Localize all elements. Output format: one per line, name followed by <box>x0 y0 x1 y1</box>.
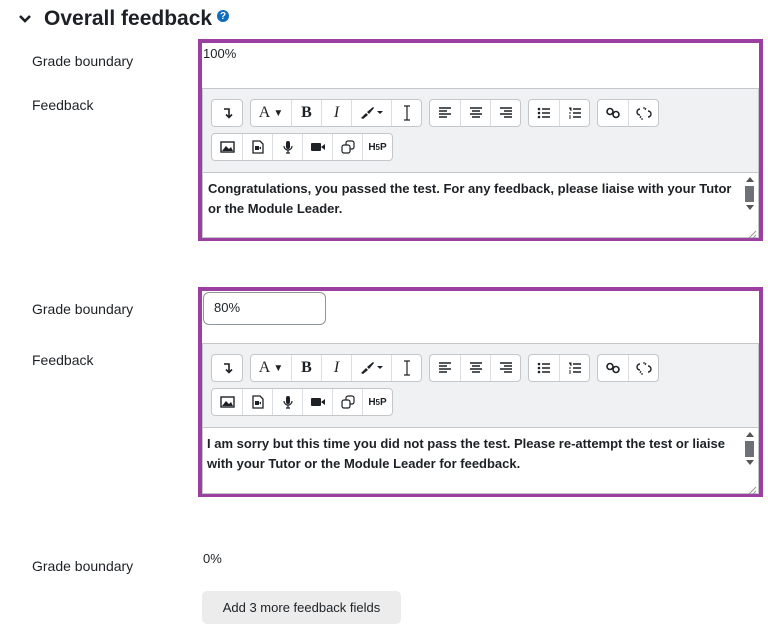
align-center-icon[interactable] <box>460 355 490 381</box>
text-color-icon[interactable] <box>351 100 391 126</box>
unlink-icon[interactable] <box>628 100 658 126</box>
grade-boundary-input[interactable]: 80% <box>203 292 326 325</box>
record-video-icon[interactable] <box>302 389 332 415</box>
media-icon[interactable] <box>242 389 272 415</box>
h5p-icon[interactable]: H5P <box>362 134 392 160</box>
text-color-icon[interactable] <box>351 355 391 381</box>
align-right-icon[interactable] <box>490 100 520 126</box>
editor-scrollbar[interactable] <box>745 177 754 233</box>
bold-icon[interactable]: B <box>291 100 321 126</box>
feedback-editor[interactable]: A ▼ B I <box>202 343 759 495</box>
collapse-toolbar-icon[interactable] <box>212 100 242 126</box>
align-right-icon[interactable] <box>490 355 520 381</box>
align-left-icon[interactable] <box>430 100 460 126</box>
feedback-label: Feedback <box>32 352 94 368</box>
link-icon[interactable] <box>598 355 628 381</box>
align-center-icon[interactable] <box>460 100 490 126</box>
grade-boundary-label: Grade boundary <box>32 301 134 317</box>
section-title: Overall feedback <box>44 7 213 30</box>
feedback-label: Feedback <box>32 97 94 113</box>
unlink-icon[interactable] <box>628 355 658 381</box>
ordered-list-icon[interactable] <box>559 355 589 381</box>
font-size-icon[interactable]: A ▼ <box>251 100 291 126</box>
italic-icon[interactable]: I <box>321 355 351 381</box>
unordered-list-icon[interactable] <box>529 100 559 126</box>
chevron-down-icon[interactable] <box>14 8 36 30</box>
editor-toolbar-row-1: A ▼ B I <box>211 99 666 127</box>
editor-toolbar-row-2: H5P <box>211 133 400 161</box>
clear-formatting-icon[interactable] <box>391 100 421 126</box>
link-icon[interactable] <box>598 100 628 126</box>
collapse-toolbar-icon[interactable] <box>212 355 242 381</box>
media-icon[interactable] <box>242 134 272 160</box>
font-size-icon[interactable]: A ▼ <box>251 355 291 381</box>
feedback-text[interactable]: Congratulations, you passed the test. Fo… <box>208 179 734 219</box>
ordered-list-icon[interactable] <box>559 100 589 126</box>
editor-toolbar-row-2: H5P <box>211 388 400 416</box>
editor-content-area[interactable]: I am sorry but this time you did not pas… <box>203 427 758 495</box>
resize-handle-icon[interactable] <box>747 226 757 239</box>
manage-files-icon[interactable] <box>332 134 362 160</box>
record-audio-icon[interactable] <box>272 134 302 160</box>
help-question-icon[interactable]: ? <box>217 10 230 22</box>
bold-icon[interactable]: B <box>291 355 321 381</box>
feedback-text[interactable]: I am sorry but this time you did not pas… <box>207 434 734 474</box>
record-audio-icon[interactable] <box>272 389 302 415</box>
editor-scrollbar[interactable] <box>745 432 754 489</box>
resize-handle-icon[interactable] <box>747 482 757 495</box>
add-feedback-fields-button[interactable]: Add 3 more feedback fields <box>202 591 401 624</box>
align-left-icon[interactable] <box>430 355 460 381</box>
manage-files-icon[interactable] <box>332 389 362 415</box>
grade-boundary-value[interactable]: 100% <box>203 46 236 61</box>
grade-boundary-value: 0% <box>203 551 222 566</box>
unordered-list-icon[interactable] <box>529 355 559 381</box>
image-icon[interactable] <box>212 389 242 415</box>
grade-boundary-label: Grade boundary <box>32 53 134 69</box>
feedback-editor[interactable]: A ▼ B I <box>202 88 759 239</box>
italic-icon[interactable]: I <box>321 100 351 126</box>
editor-toolbar-row-1: A ▼ B I <box>211 354 666 382</box>
editor-content-area[interactable]: Congratulations, you passed the test. Fo… <box>203 172 758 239</box>
clear-formatting-icon[interactable] <box>391 355 421 381</box>
image-icon[interactable] <box>212 134 242 160</box>
section-header[interactable]: Overall feedback ? <box>14 4 230 34</box>
grade-boundary-label: Grade boundary <box>32 558 134 574</box>
record-video-icon[interactable] <box>302 134 332 160</box>
h5p-icon[interactable]: H5P <box>362 389 392 415</box>
